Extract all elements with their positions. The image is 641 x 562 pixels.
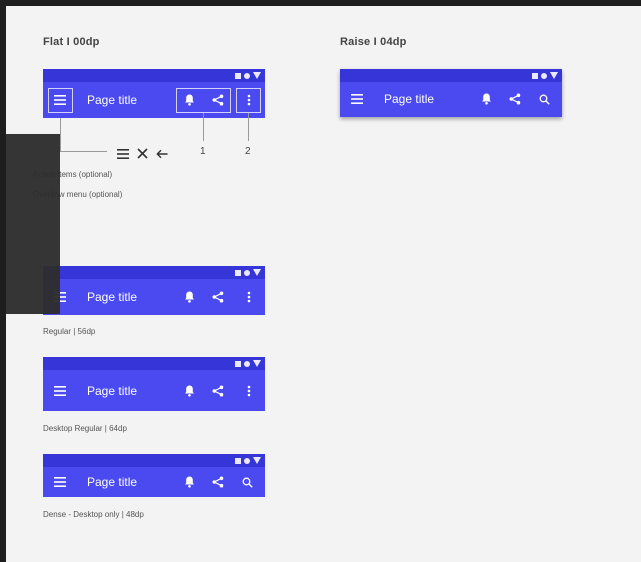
regular-caption: Regular | 56dp <box>43 327 96 336</box>
share-icon[interactable] <box>209 473 227 491</box>
callout-number-1: 1 <box>200 146 206 157</box>
callout-line-1 <box>203 113 204 141</box>
status-bar <box>43 357 265 370</box>
dot-icon <box>244 457 250 464</box>
more-vert-icon[interactable] <box>240 382 258 400</box>
nav-icon-variants <box>117 146 168 164</box>
share-icon[interactable] <box>209 288 227 306</box>
more-vert-icon[interactable] <box>240 288 258 306</box>
desktop-regular-app-bar: Page title <box>43 357 265 411</box>
callout-line-nav-horizontal <box>60 151 107 152</box>
flat-section-title: Flat I 00dp <box>43 36 100 48</box>
wifi-icon <box>253 72 261 79</box>
bell-icon[interactable] <box>180 382 198 400</box>
share-icon[interactable] <box>209 382 227 400</box>
signal-icon <box>235 269 241 276</box>
desktop-regular-caption: Desktop Regular | 64dp <box>43 424 127 433</box>
nav-icon-outline <box>48 88 73 113</box>
share-icon[interactable] <box>506 90 524 108</box>
status-bar <box>340 69 562 82</box>
dot-icon <box>541 72 547 79</box>
bell-icon[interactable] <box>180 288 198 306</box>
signal-icon <box>235 72 241 79</box>
dot-icon <box>244 360 250 367</box>
status-bar <box>43 69 265 82</box>
menu-icon <box>117 146 129 164</box>
signal-icon <box>235 457 241 464</box>
menu-icon[interactable] <box>348 90 366 108</box>
callout-line-nav <box>60 118 61 152</box>
raise-section-title: Raise I 04dp <box>340 36 407 48</box>
arrow-back-icon <box>156 146 168 164</box>
dense-caption: Dense - Desktop only | 48dp <box>43 510 144 519</box>
signal-icon <box>532 72 538 79</box>
overlay-panel <box>6 134 60 314</box>
callout-number-2: 2 <box>245 146 251 157</box>
raised-app-bar: Page title <box>340 69 562 117</box>
status-bar <box>43 454 265 467</box>
search-icon[interactable] <box>238 473 256 491</box>
flat-app-bar: Page title <box>43 69 265 118</box>
dot-icon <box>244 269 250 276</box>
action-items-outline <box>176 88 231 113</box>
bell-icon[interactable] <box>477 90 495 108</box>
callout-line-2 <box>248 113 249 141</box>
menu-icon[interactable] <box>51 473 69 491</box>
page-title: Page title <box>87 290 138 304</box>
wifi-icon <box>550 72 558 79</box>
menu-icon[interactable] <box>51 382 69 400</box>
wifi-icon <box>253 360 261 367</box>
page-title: Page title <box>87 475 138 489</box>
search-icon[interactable] <box>535 90 553 108</box>
status-bar <box>43 266 265 279</box>
dot-icon <box>244 72 250 79</box>
bell-icon[interactable] <box>180 473 198 491</box>
page-title: Page title <box>87 93 138 107</box>
regular-app-bar: Page title <box>43 266 265 315</box>
close-icon <box>137 146 148 164</box>
wifi-icon <box>253 269 261 276</box>
overflow-outline <box>236 88 261 113</box>
signal-icon <box>235 360 241 367</box>
dense-app-bar: Page title <box>43 454 265 497</box>
page-title: Page title <box>384 92 435 106</box>
page-title: Page title <box>87 384 138 398</box>
wifi-icon <box>253 457 261 464</box>
